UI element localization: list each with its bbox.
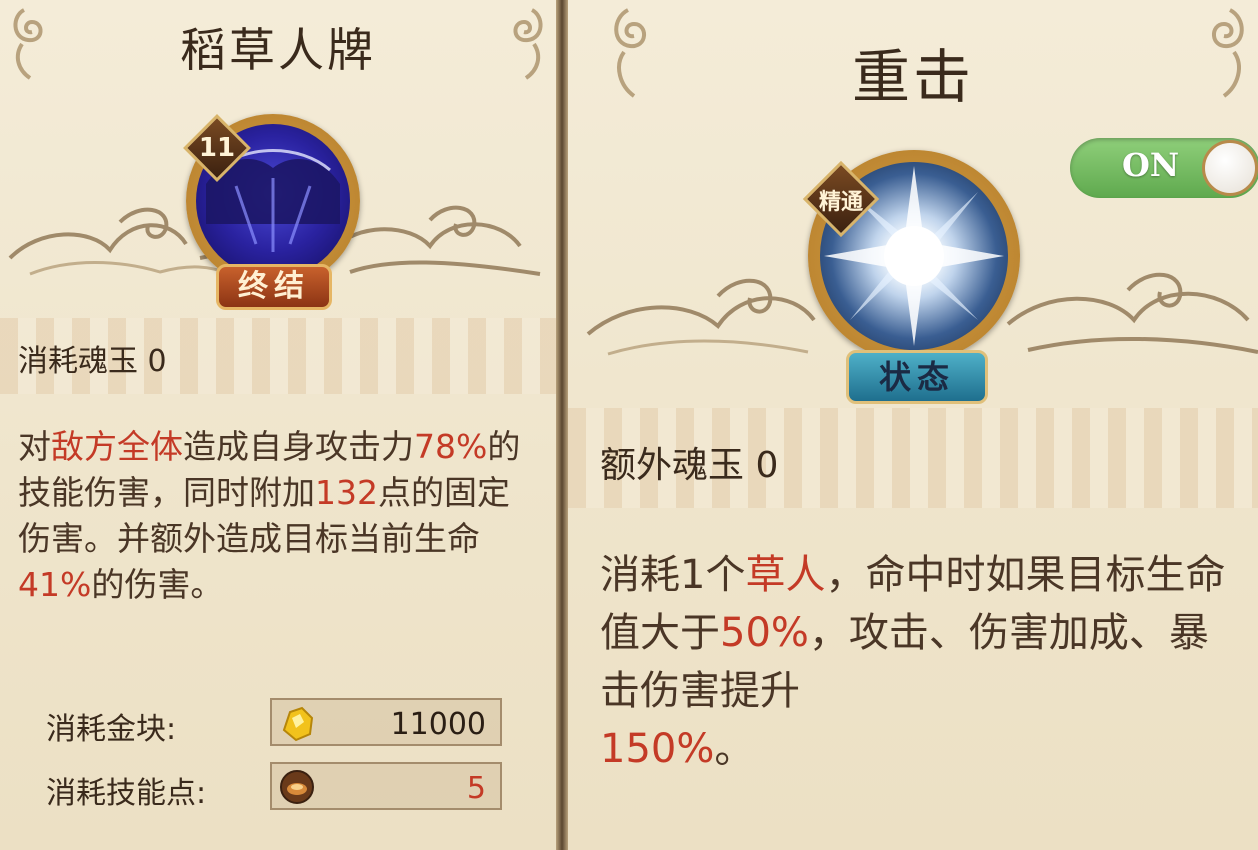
skill-point-cost-box: 5 — [270, 762, 502, 810]
extra-soul-jade-value: 0 — [755, 445, 779, 486]
desc-text: 造成自身攻击力 — [183, 427, 414, 466]
soul-jade-label: 消耗魂玉 — [18, 344, 138, 379]
panel-divider — [556, 0, 568, 850]
gold-cost-box: 11000 — [270, 698, 502, 746]
extra-soul-jade: 额外魂玉 0 — [600, 436, 778, 488]
toggle-label: ON — [1122, 146, 1180, 184]
skill-title: 重击 — [851, 43, 974, 111]
skill-description: 消耗1个草人，命中时如果目标生命值大于50%，攻击、伤害加成、暴击伤害提升 150… — [600, 546, 1240, 778]
soul-jade-cost: 消耗魂玉 0 — [18, 336, 167, 380]
desc-highlight: 41% — [18, 565, 92, 604]
level-badge-text: 11 — [198, 133, 236, 163]
gold-ore-icon — [282, 706, 314, 742]
desc-text: 消耗1个 — [600, 552, 746, 598]
gold-cost-value: 11000 — [390, 707, 486, 742]
desc-text: 。 — [714, 726, 755, 772]
desc-highlight: 132 — [315, 473, 378, 512]
skill-type-tag: 状态 — [846, 350, 988, 404]
desc-highlight: 草人 — [745, 552, 826, 598]
desc-highlight: 78% — [414, 427, 488, 466]
skill-point-cost-label: 消耗技能点: — [46, 776, 207, 811]
extra-soul-jade-label: 额外魂玉 — [600, 445, 745, 486]
skill-point-icon — [280, 770, 314, 804]
skill-toggle-switch[interactable]: ON — [1070, 138, 1258, 198]
gold-cost-label: 消耗金块: — [46, 712, 177, 747]
mastery-badge-text: 精通 — [818, 190, 863, 215]
desc-highlight: 敌方全体 — [51, 427, 183, 466]
skill-type-tag: 终结 — [216, 264, 332, 310]
desc-highlight: 150% — [600, 726, 715, 772]
skill-point-cost-value: 5 — [466, 771, 486, 806]
toggle-knob[interactable] — [1202, 140, 1258, 196]
skill-card-left: 稻草人牌 11 终结 消耗魂玉 0 对敌方全体造成自身攻击力78%的技能伤害，同… — [0, 0, 556, 850]
desc-highlight: 50% — [720, 610, 809, 656]
soul-jade-value: 0 — [147, 344, 167, 379]
desc-text: 对 — [18, 427, 51, 466]
skill-description: 对敌方全体造成自身攻击力78%的技能伤害，同时附加132点的固定伤害。并额外造成… — [18, 424, 528, 608]
desc-text: 的伤害。 — [91, 565, 224, 604]
skill-title: 稻草人牌 — [180, 23, 376, 77]
